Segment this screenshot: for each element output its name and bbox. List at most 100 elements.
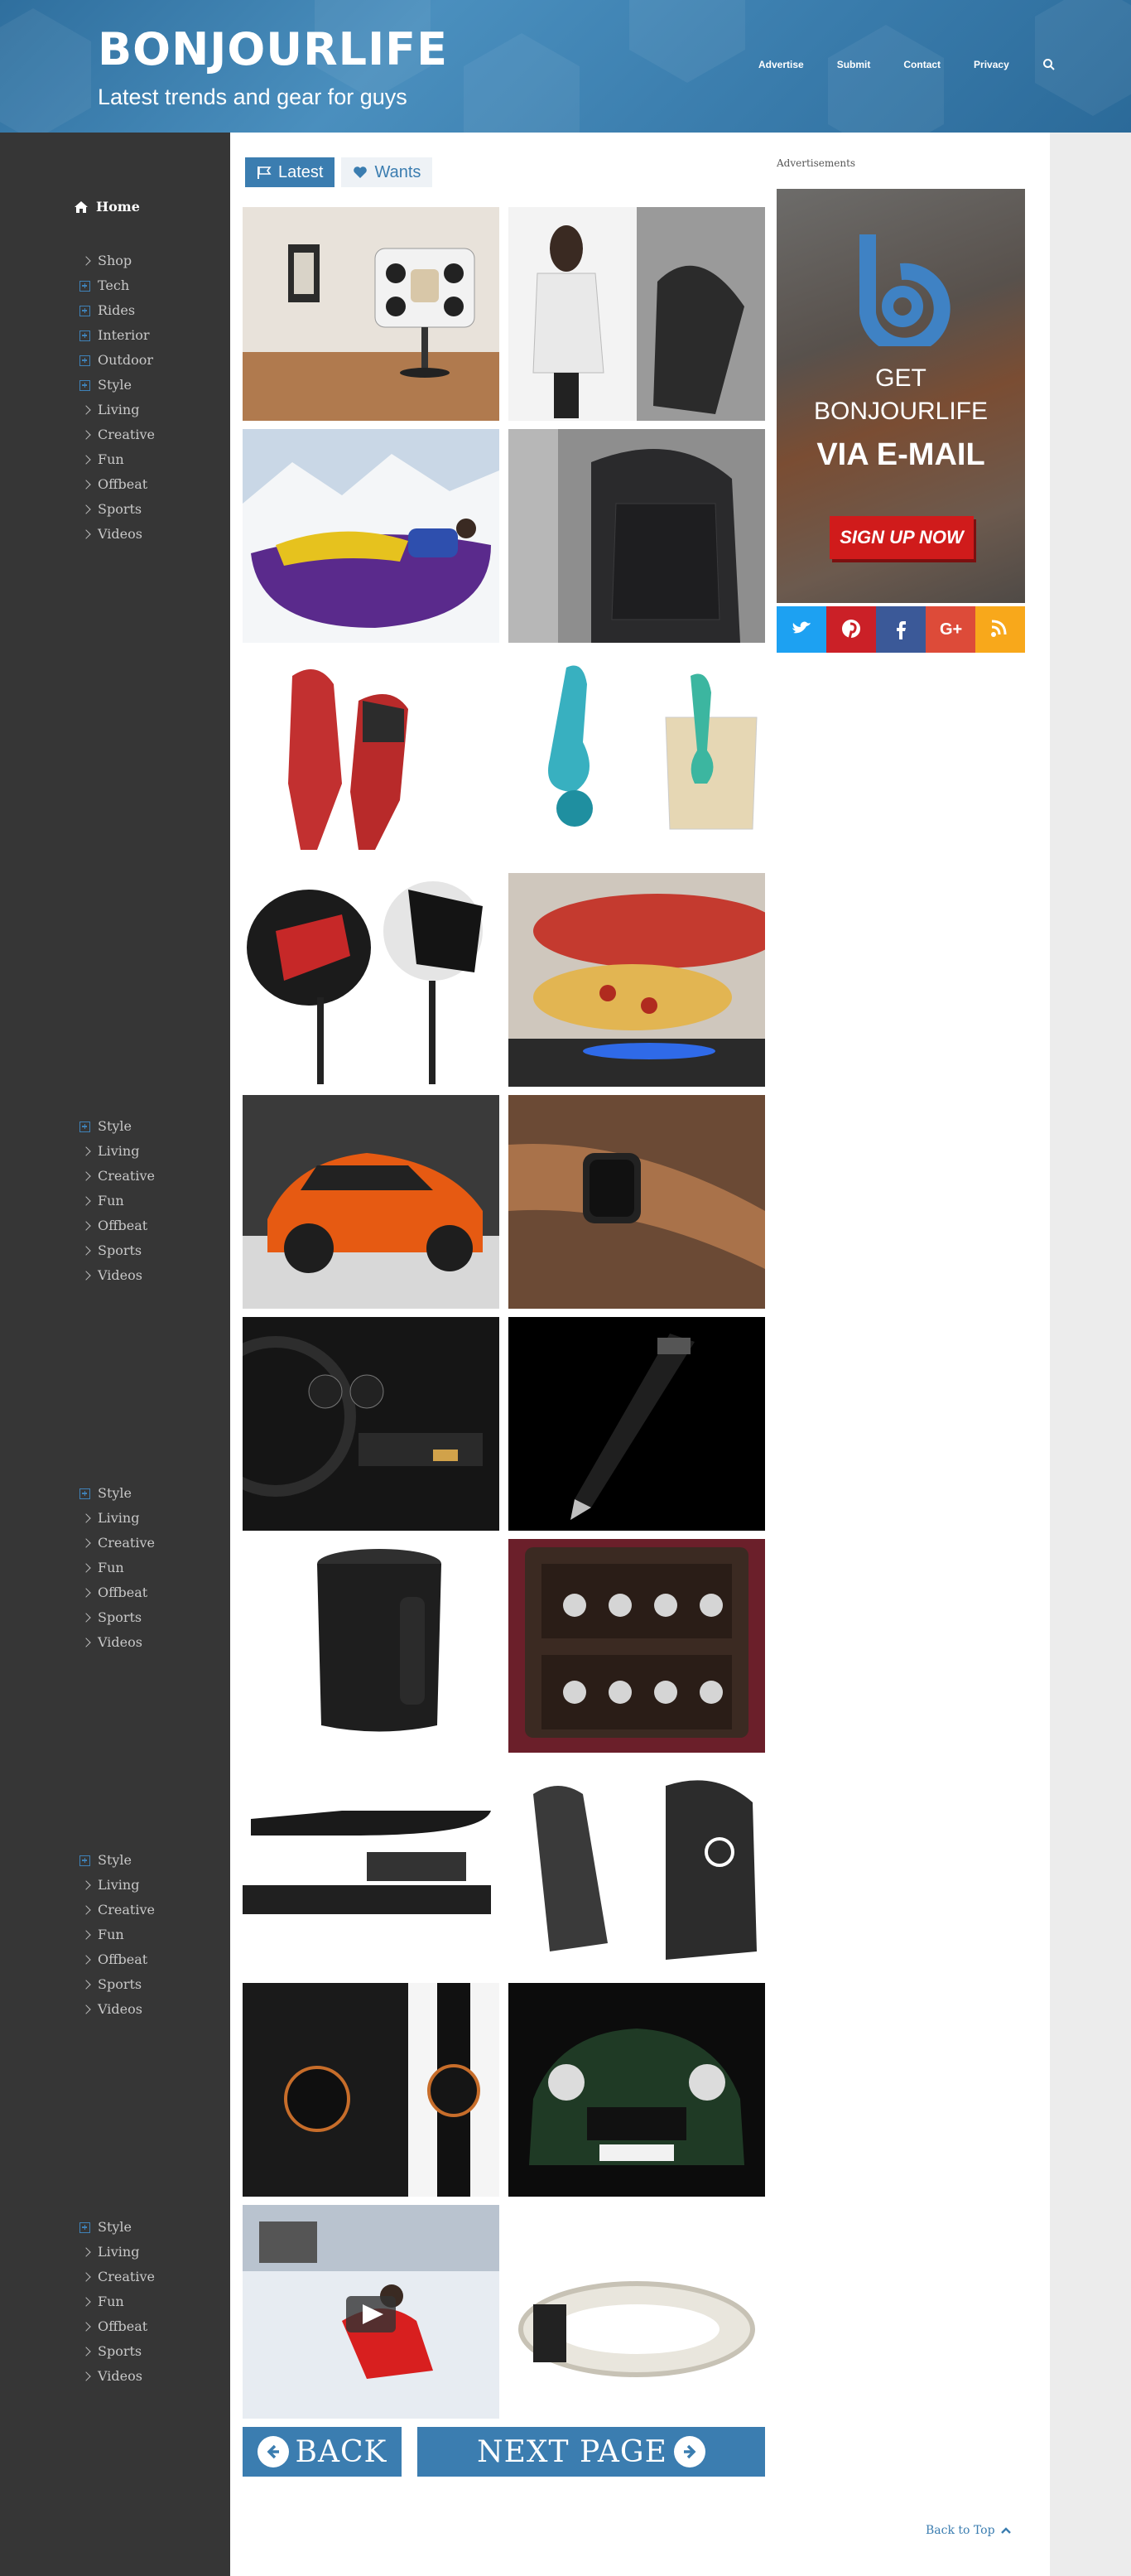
product-tile[interactable] bbox=[508, 873, 765, 1087]
sidebar-item-offbeat[interactable]: Offbeat bbox=[79, 472, 155, 497]
sidebar-item-style[interactable]: Style bbox=[79, 373, 155, 398]
chevron-right-icon bbox=[79, 529, 98, 539]
sidebar-item-living[interactable]: Living bbox=[79, 398, 155, 422]
back-to-top-link[interactable]: Back to Top bbox=[926, 2524, 1012, 2537]
sidebar-item-living[interactable]: Living bbox=[79, 1506, 155, 1531]
sidebar-item-label: Shop bbox=[98, 253, 132, 268]
back-button[interactable]: BACK bbox=[243, 2427, 402, 2477]
facebook-button[interactable] bbox=[876, 606, 926, 653]
product-tile[interactable] bbox=[243, 1761, 499, 1975]
sidebar-item-creative[interactable]: Creative bbox=[79, 422, 155, 447]
tab-wants[interactable]: Wants bbox=[341, 157, 433, 187]
sidebar-item-videos[interactable]: Videos bbox=[79, 522, 155, 547]
sidebar-item-sports[interactable]: Sports bbox=[79, 497, 155, 522]
sidebar-item-creative[interactable]: Creative bbox=[79, 1531, 155, 1556]
product-tile[interactable] bbox=[243, 1983, 499, 2197]
tea-infuser-image bbox=[508, 651, 765, 865]
sidebar-item-label: Style bbox=[98, 1485, 132, 1501]
product-tile[interactable] bbox=[243, 207, 499, 421]
sidebar-item-fun[interactable]: Fun bbox=[79, 1922, 155, 1947]
sidebar-item-creative[interactable]: Creative bbox=[79, 1898, 155, 1922]
sidebar-item-videos[interactable]: Videos bbox=[79, 1630, 155, 1655]
email-signup-ad[interactable]: GET BONJOURLIFE VIA E-MAIL SIGN UP NOW bbox=[777, 189, 1025, 603]
sidebar-item-sports[interactable]: Sports bbox=[79, 1238, 155, 1263]
sign-up-button[interactable]: SIGN UP NOW bbox=[830, 516, 974, 559]
sidebar-item-fun[interactable]: Fun bbox=[79, 2289, 155, 2314]
sidebar-item-label: Living bbox=[98, 1877, 140, 1893]
product-tile[interactable] bbox=[508, 1317, 765, 1531]
sidebar-item-style[interactable]: Style bbox=[79, 2215, 155, 2240]
sidebar-item-living[interactable]: Living bbox=[79, 1139, 155, 1164]
next-page-button[interactable]: NEXT PAGE bbox=[417, 2427, 765, 2477]
chevron-right-icon bbox=[79, 256, 98, 266]
sidebar-item-style[interactable]: Style bbox=[79, 1481, 155, 1506]
sidebar-item-offbeat[interactable]: Offbeat bbox=[79, 2314, 155, 2339]
speaker-dock-image bbox=[243, 207, 499, 421]
sidebar-item-videos[interactable]: Videos bbox=[79, 1263, 155, 1288]
nav-contact[interactable]: Contact bbox=[903, 59, 941, 70]
main-content: Latest Wants BACK NEXT PAGE Back to Top … bbox=[230, 133, 1050, 2576]
sidebar-item-label: Sports bbox=[98, 1609, 142, 1625]
leather-watch-strap-image bbox=[508, 1095, 765, 1309]
nav-privacy[interactable]: Privacy bbox=[974, 59, 1009, 70]
chevron-right-icon bbox=[79, 1196, 98, 1206]
sidebar-item-offbeat[interactable]: Offbeat bbox=[79, 1947, 155, 1972]
sidebar-item-sports[interactable]: Sports bbox=[79, 1605, 155, 1630]
sidebar-item-style[interactable]: Style bbox=[79, 1114, 155, 1139]
product-tile[interactable] bbox=[508, 429, 765, 643]
sidebar-item-tech[interactable]: Tech bbox=[79, 273, 155, 298]
rss-button[interactable] bbox=[975, 606, 1025, 653]
product-tile[interactable] bbox=[508, 2205, 765, 2419]
sidebar-item-fun[interactable]: Fun bbox=[79, 1189, 155, 1213]
product-tile[interactable] bbox=[508, 1539, 765, 1753]
product-tile[interactable] bbox=[508, 1983, 765, 2197]
sidebar-item-shop[interactable]: Shop bbox=[79, 248, 155, 273]
sidebar-item-videos[interactable]: Videos bbox=[79, 1997, 155, 2022]
product-tile[interactable] bbox=[243, 1095, 499, 1309]
sidebar-home[interactable]: Home bbox=[75, 199, 140, 215]
nav-advertise[interactable]: Advertise bbox=[758, 59, 804, 70]
sidebar-item-interior[interactable]: Interior bbox=[79, 323, 155, 348]
chevron-right-icon bbox=[79, 2322, 98, 2332]
product-tile[interactable] bbox=[508, 1761, 765, 1975]
product-tile[interactable] bbox=[508, 1095, 765, 1309]
sidebar-item-creative[interactable]: Creative bbox=[79, 1164, 155, 1189]
back-label: BACK bbox=[295, 2434, 387, 2469]
search-icon[interactable] bbox=[1042, 58, 1056, 71]
hydration-pack-image bbox=[508, 1761, 765, 1975]
tab-latest[interactable]: Latest bbox=[245, 157, 335, 187]
sidebar-item-fun[interactable]: Fun bbox=[79, 1556, 155, 1580]
sidebar-item-offbeat[interactable]: Offbeat bbox=[79, 1213, 155, 1238]
product-tile[interactable] bbox=[243, 1317, 499, 1531]
product-tile[interactable] bbox=[508, 207, 765, 421]
sidebar-menu-repeat: Style Living Creative Fun Offbeat Sports Video… bbox=[79, 2215, 155, 2389]
nav-submit[interactable]: Submit bbox=[837, 59, 871, 70]
plus-box-icon bbox=[79, 305, 98, 316]
sidebar-item-label: Offbeat bbox=[98, 1585, 148, 1600]
sidebar-item-label: Creative bbox=[98, 1168, 155, 1184]
fountain-pen-image bbox=[508, 1317, 765, 1531]
site-logo[interactable]: BONJOURLIFE bbox=[98, 23, 448, 76]
sidebar-item-living[interactable]: Living bbox=[79, 2240, 155, 2265]
twitter-button[interactable] bbox=[777, 606, 826, 653]
sidebar-item-rides[interactable]: Rides bbox=[79, 298, 155, 323]
product-tile[interactable] bbox=[243, 1539, 499, 1753]
product-tile[interactable] bbox=[508, 651, 765, 865]
sidebar-item-videos[interactable]: Videos bbox=[79, 2364, 155, 2389]
sidebar-item-creative[interactable]: Creative bbox=[79, 2265, 155, 2289]
sidebar-item-offbeat[interactable]: Offbeat bbox=[79, 1580, 155, 1605]
google-plus-button[interactable]: G+ bbox=[926, 606, 975, 653]
product-tile[interactable] bbox=[243, 651, 499, 865]
sidebar-item-living[interactable]: Living bbox=[79, 1873, 155, 1898]
product-tile[interactable] bbox=[243, 873, 499, 1087]
product-tile[interactable] bbox=[243, 429, 499, 643]
product-tile[interactable] bbox=[243, 2205, 499, 2419]
sidebar-item-sports[interactable]: Sports bbox=[79, 2339, 155, 2364]
sidebar-item-style[interactable]: Style bbox=[79, 1848, 155, 1873]
sidebar-item-outdoor[interactable]: Outdoor bbox=[79, 348, 155, 373]
knife-image bbox=[243, 1761, 499, 1975]
pinterest-button[interactable] bbox=[826, 606, 876, 653]
sidebar-item-label: Style bbox=[98, 1118, 132, 1134]
sidebar-item-sports[interactable]: Sports bbox=[79, 1972, 155, 1997]
sidebar-item-fun[interactable]: Fun bbox=[79, 447, 155, 472]
